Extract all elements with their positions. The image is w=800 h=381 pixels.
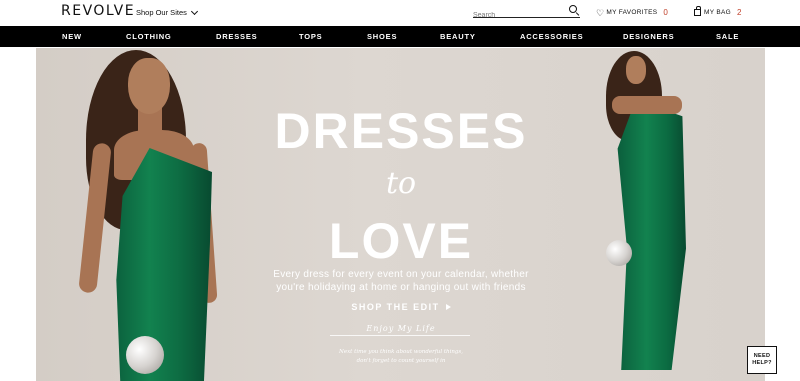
nav-item-tops[interactable]: TOPS — [299, 32, 322, 41]
pearl-bag-image — [126, 336, 164, 374]
favorites-label: MY FAVORITES — [606, 9, 658, 16]
shop-our-sites-dropdown[interactable]: Shop Our Sites — [136, 7, 198, 17]
need-help-line-2: HELP? — [752, 360, 772, 366]
script-underline — [330, 335, 470, 336]
revolve-logo[interactable]: REVOLVE — [61, 3, 135, 19]
need-help-button[interactable]: NEED HELP? — [747, 346, 777, 374]
bag-label: MY BAG — [704, 9, 731, 16]
search-input[interactable] — [473, 10, 563, 19]
play-arrow-icon — [445, 304, 451, 310]
top-bar: REVOLVE Shop Our Sites ♡ MY FAVORITES 0 … — [0, 0, 800, 26]
nav-item-clothing[interactable]: CLOTHING — [126, 32, 172, 41]
hero-banner[interactable]: DRESSES to LOVE Every dress for every ev… — [36, 48, 765, 381]
chevron-down-icon — [190, 7, 198, 15]
hero-title-to: to — [385, 166, 417, 201]
shop-the-edit-label: SHOP THE EDIT — [351, 302, 440, 312]
script-caption-line-2: don't forget to count yourself in — [356, 358, 446, 364]
hero-subtitle: Every dress for every event on your cale… — [251, 268, 551, 294]
shop-our-sites-label: Shop Our Sites — [136, 8, 187, 17]
nav-item-shoes[interactable]: SHOES — [367, 32, 397, 41]
my-bag-link[interactable]: MY BAG 2 — [694, 6, 742, 17]
nav-item-sale[interactable]: SALE — [716, 32, 739, 41]
nav-item-beauty[interactable]: BEAUTY — [440, 32, 476, 41]
nav-item-designers[interactable]: DESIGNERS — [623, 32, 674, 41]
hero-subtitle-line-2: you're holidaying at home or hanging out… — [276, 282, 526, 293]
nav-item-new[interactable]: NEW — [62, 32, 82, 41]
bag-count: 2 — [736, 8, 742, 17]
need-help-line-1: NEED — [753, 353, 771, 359]
shop-the-edit-button[interactable]: SHOP THE EDIT — [336, 302, 466, 312]
hero-title-dresses: DRESSES — [274, 103, 528, 159]
category-nav: NEW CLOTHING DRESSES TOPS SHOES BEAUTY A… — [0, 26, 800, 47]
script-caption: Next time you think about wonderful thin… — [318, 348, 484, 366]
my-favorites-link[interactable]: ♡ MY FAVORITES 0 — [596, 8, 668, 17]
heart-icon: ♡ — [596, 7, 605, 18]
nav-item-accessories[interactable]: ACCESSORIES — [520, 32, 583, 41]
shopping-bag-icon — [694, 6, 701, 16]
favorites-count: 0 — [663, 8, 669, 17]
search-bar — [473, 4, 580, 19]
hero-subtitle-line-1: Every dress for every event on your cale… — [273, 269, 529, 280]
search-icon[interactable] — [569, 5, 577, 13]
script-heading: Enjoy My Life — [366, 324, 436, 333]
script-caption-line-1: Next time you think about wonderful thin… — [339, 349, 463, 355]
hero-title-love: LOVE — [328, 213, 474, 269]
pearl-bag-image — [606, 240, 632, 266]
nav-item-dresses[interactable]: DRESSES — [216, 32, 257, 41]
